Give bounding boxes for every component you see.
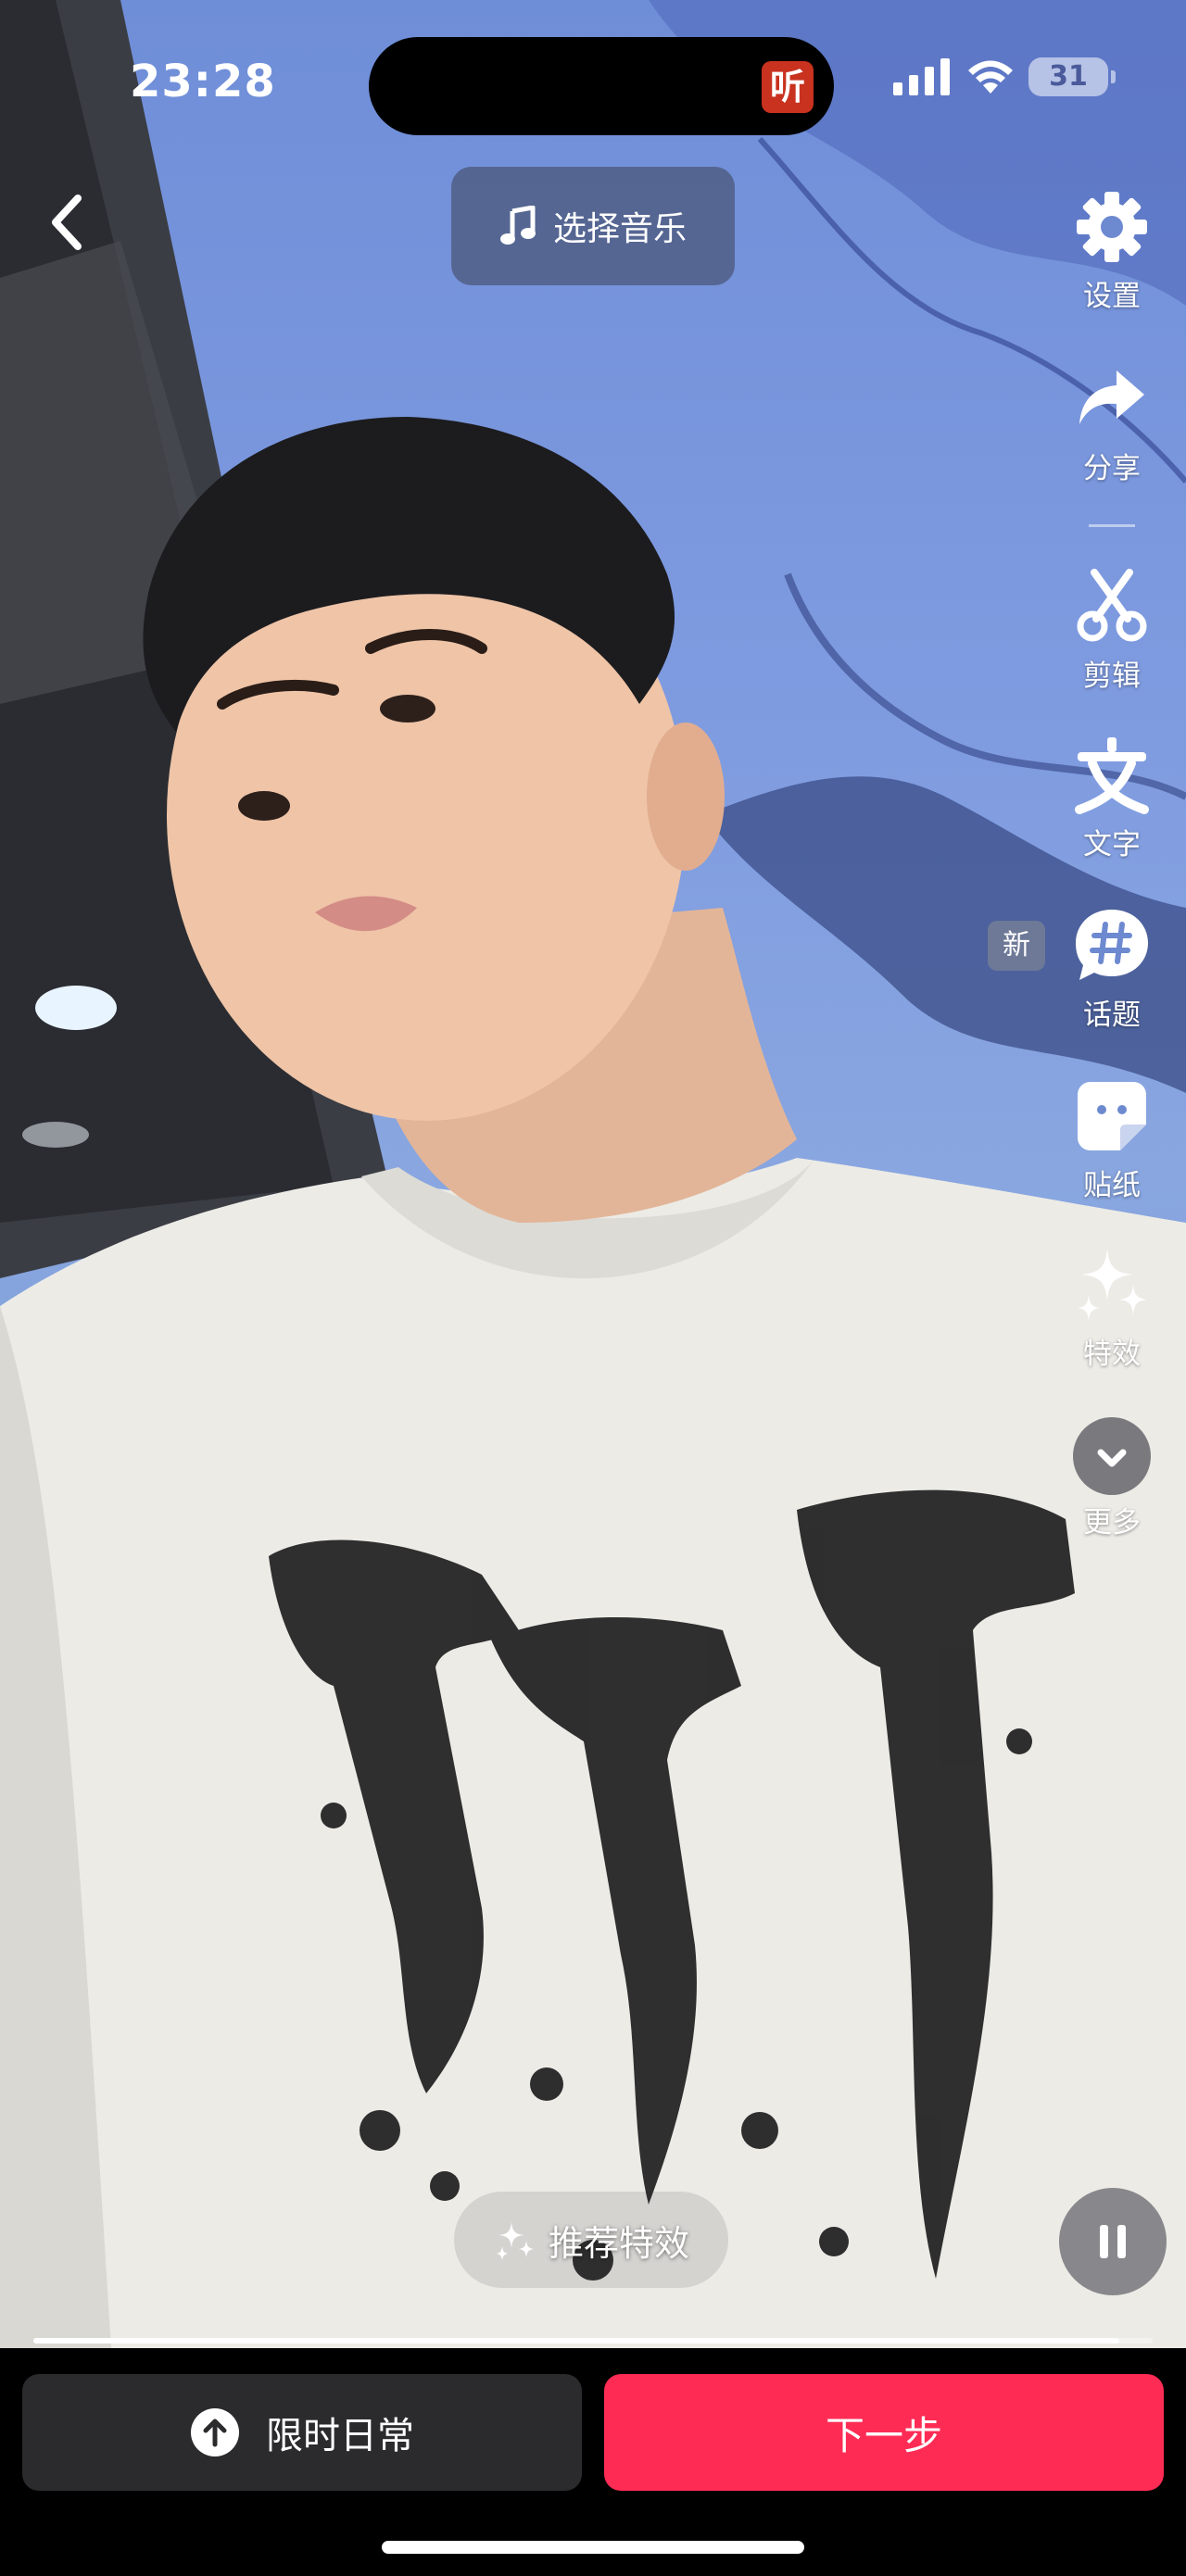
sticker-icon xyxy=(1078,1082,1146,1150)
sticker-label: 贴纸 xyxy=(1083,1169,1141,1202)
sparkles-icon xyxy=(496,2222,534,2260)
daily-post-label: 限时日常 xyxy=(266,2415,414,2457)
edit-tool[interactable]: 剪辑 xyxy=(1047,565,1177,694)
topic-label: 话题 xyxy=(1083,999,1141,1032)
home-indicator[interactable] xyxy=(382,2541,804,2554)
recommended-effects-button[interactable]: 推荐特效 xyxy=(454,2192,728,2288)
sticker-tool[interactable]: 贴纸 xyxy=(1047,1074,1177,1203)
more-tool[interactable]: 更多 xyxy=(1047,1417,1177,1540)
listening-app-icon: 听 xyxy=(762,61,814,113)
wifi-icon xyxy=(968,60,1013,94)
recommended-effects-label: 推荐特效 xyxy=(548,2222,689,2264)
share-label: 分享 xyxy=(1083,452,1141,485)
playback-progress[interactable] xyxy=(33,2338,1153,2344)
share-arrow-icon xyxy=(1079,371,1144,424)
settings-label: 设置 xyxy=(1083,280,1141,313)
status-time: 23:28 xyxy=(130,56,276,107)
select-music-button[interactable]: 选择音乐 xyxy=(451,167,735,285)
effects-tool[interactable]: 特效 xyxy=(1047,1243,1177,1372)
back-button[interactable] xyxy=(37,185,93,259)
hashtag-bubble-icon xyxy=(1076,910,1148,980)
dynamic-island: 听 xyxy=(369,37,834,135)
scissors-icon xyxy=(1077,569,1147,642)
topic-tool[interactable]: 话题 xyxy=(1047,904,1177,1033)
preview-image xyxy=(0,0,1186,2348)
daily-post-button[interactable]: 限时日常 xyxy=(22,2374,582,2491)
cellular-signal-icon xyxy=(893,58,950,95)
text-label: 文字 xyxy=(1083,828,1141,861)
next-step-label: 下一步 xyxy=(825,2412,942,2458)
text-icon xyxy=(1075,737,1149,814)
status-icons: 31 xyxy=(893,57,1116,96)
more-label: 更多 xyxy=(1083,1506,1141,1539)
select-music-label: 选择音乐 xyxy=(552,210,687,248)
upload-arrow-icon xyxy=(191,2408,239,2457)
pause-button[interactable] xyxy=(1059,2188,1167,2295)
music-note-icon xyxy=(499,206,536,245)
tools-divider xyxy=(1089,524,1135,527)
new-badge: 新 xyxy=(988,921,1045,971)
edit-label: 剪辑 xyxy=(1083,660,1141,693)
gear-icon xyxy=(1077,192,1147,262)
pause-icon xyxy=(1100,2225,1126,2258)
effects-label: 特效 xyxy=(1083,1338,1141,1371)
video-preview[interactable] xyxy=(0,0,1186,2348)
chevron-down-icon xyxy=(1097,1449,1127,1467)
settings-tool[interactable]: 设置 xyxy=(1047,185,1177,314)
next-step-button[interactable]: 下一步 xyxy=(604,2374,1164,2491)
share-tool[interactable]: 分享 xyxy=(1047,358,1177,486)
playback-progress-fill xyxy=(33,2338,1119,2344)
sparkles-icon xyxy=(1078,1249,1148,1321)
bottom-action-bar: 限时日常 下一步 xyxy=(0,2348,1186,2576)
more-button-circle xyxy=(1073,1417,1151,1495)
chevron-left-icon xyxy=(52,195,82,250)
battery-icon: 31 xyxy=(1028,57,1116,96)
text-tool[interactable]: 文字 xyxy=(1047,734,1177,862)
screen: 23:28 听 31 选择音乐 设置 分享 剪辑 文字 新 话题 贴纸 特效 更… xyxy=(0,0,1186,2576)
